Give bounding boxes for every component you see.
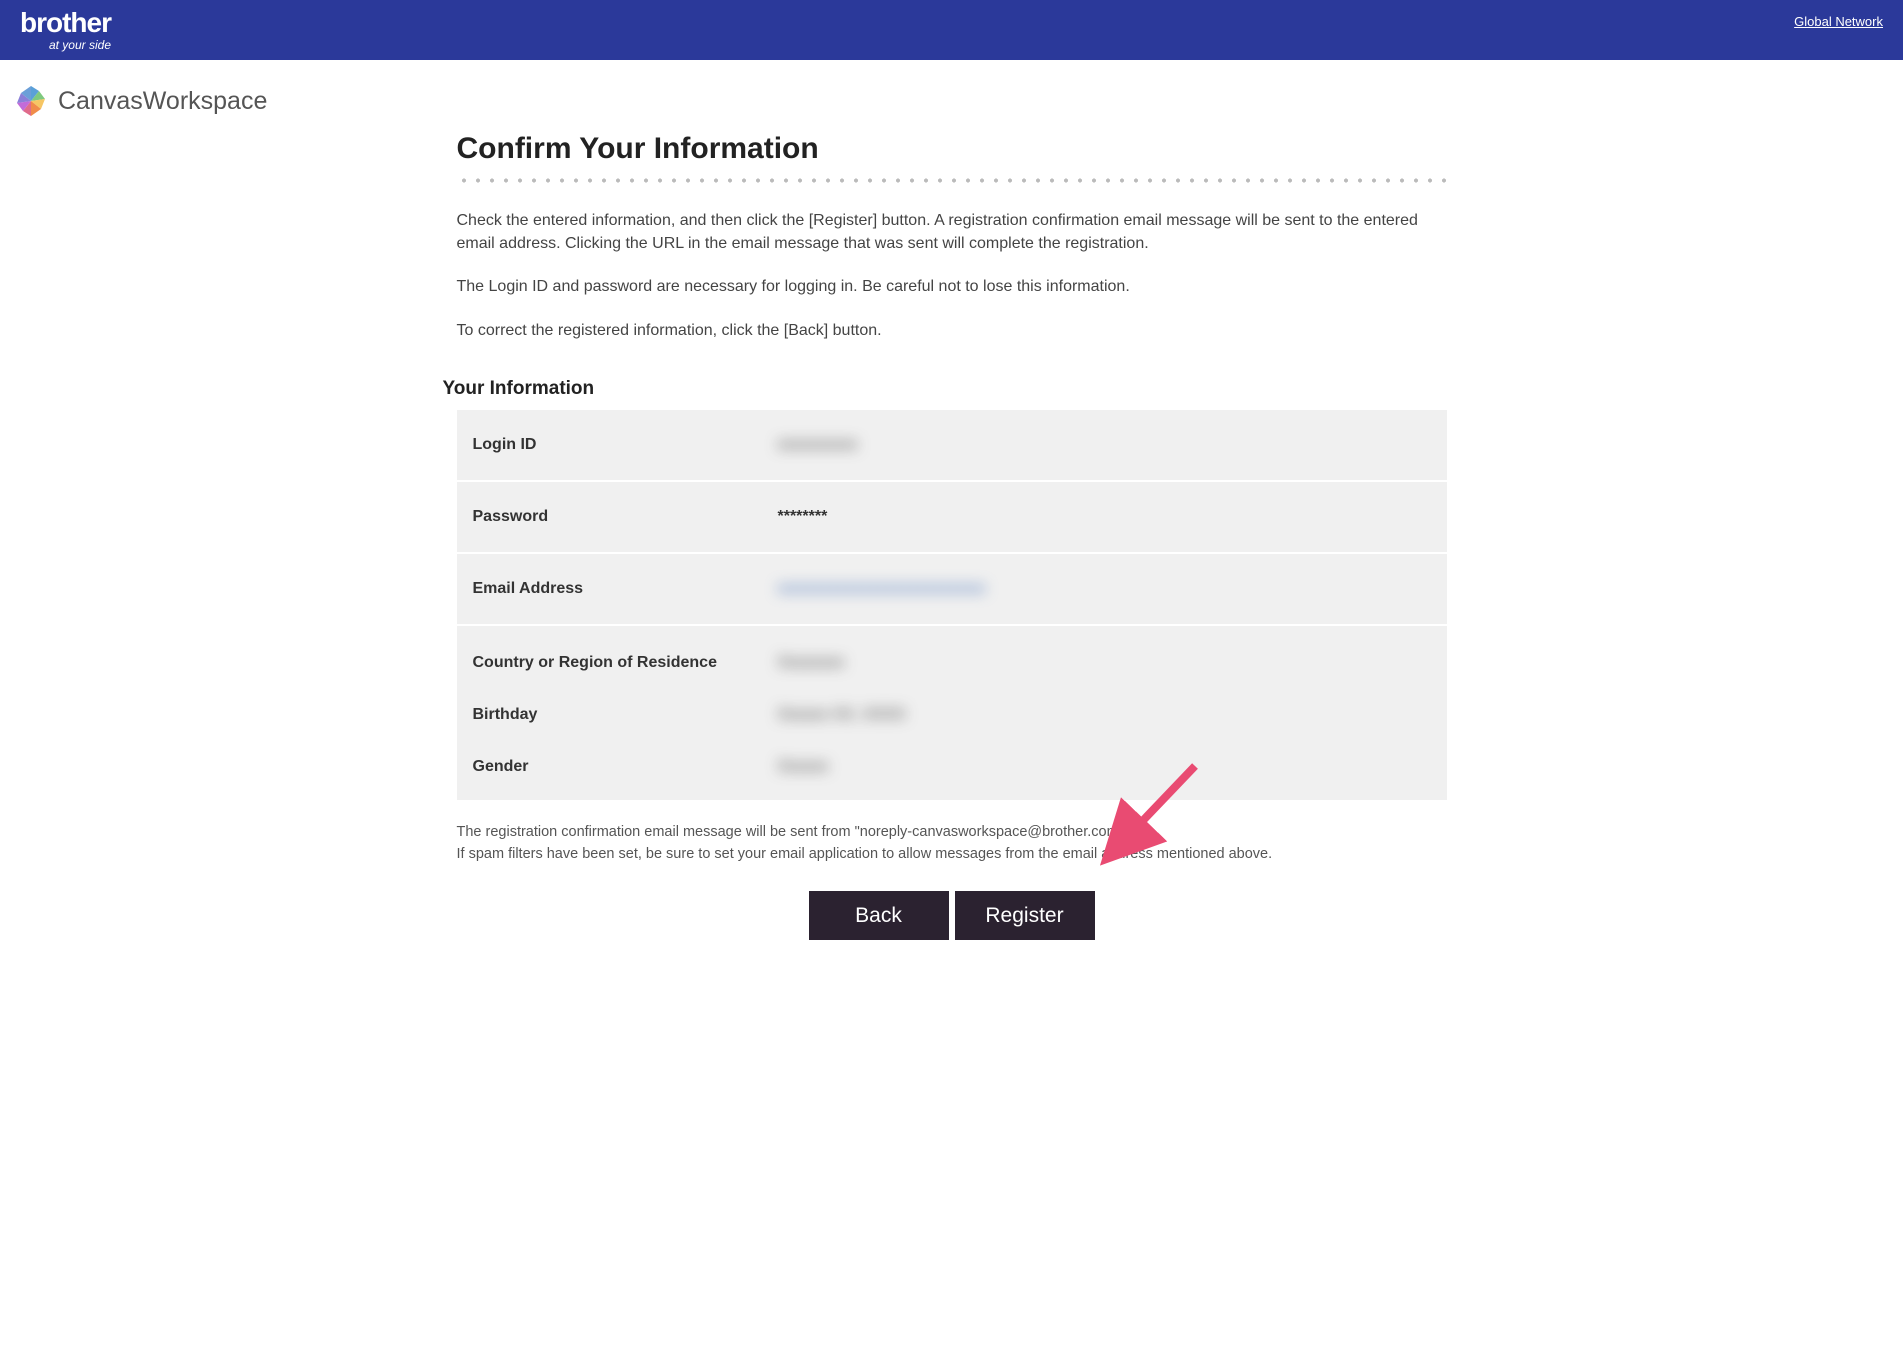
app-header: CanvasWorkspace [0,60,1903,128]
info-block-personal: Country or Region of Residence Xxxxxxxx … [457,626,1447,800]
back-button[interactable]: Back [809,891,949,940]
value-gender: Xxxxxx [778,758,829,776]
label-gender: Gender [473,758,778,776]
app-title: CanvasWorkspace [58,87,267,116]
info-row-login-id: Login ID xxxxxxxxxx [457,410,1447,480]
value-password: ******** [778,508,828,526]
label-email: Email Address [473,580,778,598]
info-row-birthday: Birthday Xxxxxx XX, XXXX [457,690,1447,742]
instruction-2: The Login ID and password are necessary … [457,275,1447,298]
instruction-1: Check the entered information, and then … [457,209,1447,255]
button-row: Back Register [457,891,1447,940]
info-row-email: Email Address xxxxxxxxxxxxxxxxxxxxxxxxxx [457,554,1447,624]
main-content: Confirm Your Information Check the enter… [457,128,1447,940]
dotted-divider [457,178,1447,183]
info-row-country: Country or Region of Residence Xxxxxxxx [457,626,1447,690]
footnote-line-1: The registration confirmation email mess… [457,822,1447,844]
label-birthday: Birthday [473,706,778,724]
instructions: Check the entered information, and then … [457,209,1447,342]
section-title: Your Information [443,378,1447,400]
info-row-password: Password ******** [457,482,1447,552]
value-login-id: xxxxxxxxxx [778,436,858,454]
label-login-id: Login ID [473,436,778,454]
info-block-email: Email Address xxxxxxxxxxxxxxxxxxxxxxxxxx [457,554,1447,624]
pinwheel-icon [14,84,48,118]
info-row-gender: Gender Xxxxxx [457,742,1447,800]
brother-logo: brother at your side [20,9,111,51]
value-birthday: Xxxxxx XX, XXXX [778,706,906,724]
register-button[interactable]: Register [955,891,1095,940]
top-bar: brother at your side Global Network [0,0,1903,60]
brand-tagline: at your side [49,39,111,51]
info-block-login: Login ID xxxxxxxxxx [457,410,1447,480]
value-email: xxxxxxxxxxxxxxxxxxxxxxxxxx [778,580,986,598]
brand-text: brother [20,9,111,37]
footnote-line-2: If spam filters have been set, be sure t… [457,844,1447,866]
label-password: Password [473,508,778,526]
page-title: Confirm Your Information [457,132,1447,166]
footnote: The registration confirmation email mess… [457,822,1447,866]
info-block-password: Password ******** [457,482,1447,552]
label-country: Country or Region of Residence [473,654,778,672]
instruction-3: To correct the registered information, c… [457,319,1447,342]
global-network-link[interactable]: Global Network [1794,14,1883,29]
value-country: Xxxxxxxx [778,654,845,672]
